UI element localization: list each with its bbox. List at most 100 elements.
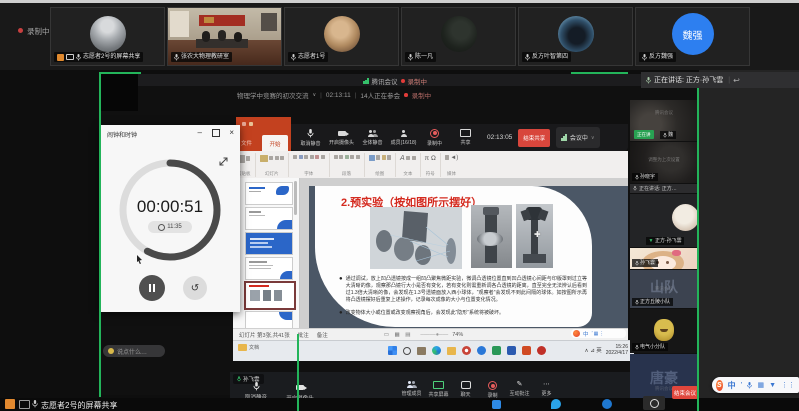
ribbon-group[interactable]: 幻灯片 <box>256 153 290 177</box>
share-mic-icon <box>32 400 38 408</box>
members-button[interactable]: 管理成员 <box>398 381 425 399</box>
share-border-top1 <box>99 72 141 74</box>
zoom-slider[interactable]: –––––●––– <box>420 332 448 338</box>
video-tile[interactable]: 志愿者2号的屏幕共享 <box>50 7 165 66</box>
reset-button[interactable]: ↺ <box>183 276 207 300</box>
slide-thumbnail-selected[interactable] <box>244 281 296 310</box>
ribbon-group[interactable]: A文本 <box>396 153 421 177</box>
participant-name: 志愿者1号 <box>298 54 325 60</box>
sidebar-video-tile[interactable]: 孙飞雲 <box>630 248 698 269</box>
app-red-icon[interactable] <box>537 346 546 355</box>
slide-thumbnail[interactable] <box>245 257 293 280</box>
close-button[interactable]: × <box>229 128 234 137</box>
annotate-button[interactable]: ✎互动批注 <box>506 381 533 399</box>
slide-thumbnail[interactable] <box>245 207 293 230</box>
taskbar-app-icon[interactable] <box>551 399 561 409</box>
slide-image-optics[interactable] <box>370 207 462 269</box>
video-tile[interactable]: 陈一凡 <box>401 7 516 66</box>
chat-button[interactable]: 聊天 <box>452 381 479 399</box>
anime-bow <box>672 250 681 256</box>
meeting-status-chip[interactable]: 会议中 ∨ <box>556 127 599 148</box>
thumbnail-scrollbar[interactable] <box>294 181 297 215</box>
record-button[interactable]: 录制 <box>479 381 506 399</box>
end-share-button[interactable]: 结束共享 <box>518 129 550 147</box>
ime-punct-button[interactable]: ’ <box>741 381 743 390</box>
leave-meeting-button[interactable]: 结束会议 <box>672 386 698 399</box>
mute-all-button[interactable]: 全体静音 <box>357 129 388 146</box>
windows-start-icon[interactable] <box>388 346 397 355</box>
ime-lang-button[interactable]: 中 <box>728 380 736 391</box>
sogou-logo: S <box>716 380 723 391</box>
memo-button[interactable]: 备注 <box>317 331 328 339</box>
ime-skin-button[interactable]: ▼ <box>769 382 776 389</box>
share-button[interactable]: 共享 <box>450 129 481 146</box>
video-tile[interactable]: 魏强 反方魏强 <box>635 7 750 66</box>
jump-icon[interactable]: ↩ <box>733 76 740 85</box>
video-tile[interactable]: 志愿者1号 <box>284 7 399 66</box>
maximize-button[interactable] <box>212 129 220 137</box>
video-tile[interactable]: 反方叶智第四 <box>518 7 633 66</box>
ribbon-group[interactable]: 字体 <box>289 153 330 177</box>
view-icons[interactable]: ▭ ▦ ▤ <box>384 332 413 338</box>
app-green-icon[interactable] <box>492 346 501 355</box>
browser-icon[interactable] <box>462 346 471 355</box>
pause-button[interactable] <box>139 275 165 301</box>
folder-icon[interactable] <box>417 347 426 355</box>
sogou-ime-bar[interactable]: S 中 ’ ▦ ▼ ⋮⋮ <box>712 377 799 393</box>
room-window <box>170 11 189 37</box>
inner-sogou-bar[interactable]: 中 ’▦⋮ <box>571 329 626 338</box>
tile-label: 志愿者1号 <box>288 52 328 62</box>
avatar <box>558 16 594 52</box>
search-icon[interactable] <box>403 347 411 355</box>
ime-icons: ’▦⋮ <box>592 331 606 337</box>
ribbon-group[interactable]: ◄)媒体 <box>441 153 462 177</box>
video-tile[interactable]: 张农大物理教研室 <box>167 7 282 66</box>
recording-button[interactable]: 录制中 <box>419 129 450 147</box>
slide-thumbnail[interactable] <box>245 232 293 255</box>
slide-thumbnail[interactable] <box>245 311 293 329</box>
app-blue-icon[interactable] <box>477 346 486 355</box>
ppt-tab-file[interactable]: 文件 <box>241 139 252 147</box>
slide-thumbnail[interactable] <box>245 182 293 205</box>
taskbar-app-icon[interactable] <box>492 400 501 409</box>
chevron-down-icon[interactable]: ∨ <box>313 92 317 98</box>
chat-input-pill[interactable]: 说点什么… <box>103 345 165 357</box>
ime-more-button[interactable]: ⋮⋮ <box>781 381 795 389</box>
tile-label: 反方叶智第四 <box>522 52 571 62</box>
folder2-icon[interactable] <box>447 347 456 355</box>
sidebar-video-tile[interactable]: 腾讯会议 正在讲 魏 <box>630 100 698 141</box>
ppt-status-bar: 幻灯片 第3张,共41张 批注 备注 ▭ ▦ ▤ –––––●––– 74% <box>233 328 628 340</box>
slide-image-photo1[interactable] <box>471 205 512 268</box>
minimize-button[interactable]: – <box>198 128 202 137</box>
sidebar-video-tile[interactable]: 电气小分队 <box>630 309 698 353</box>
mute-button[interactable]: 取消静音 <box>295 129 326 147</box>
ribbon-group-label: 文本 <box>403 171 412 177</box>
people-icon <box>406 381 417 388</box>
ime-keyboard-button[interactable]: ▦ <box>757 381 764 389</box>
powerpoint-icon[interactable] <box>522 346 531 355</box>
ime-mic-button[interactable] <box>747 382 752 389</box>
ribbon-group[interactable]: π Ω符号 <box>421 153 441 177</box>
sidebar-video-tile[interactable]: ▼正方·孙飞雲 <box>630 194 698 247</box>
taskbar-pinned-doc[interactable]: 文档 <box>238 344 259 351</box>
share-screen-button[interactable]: 共享屏幕 <box>425 381 452 399</box>
meeting-title: 物理学中竞赛的初次交流 <box>237 90 309 100</box>
sidebar-video-tile[interactable]: 山队 腾讯会议 正方丘陵小队 <box>630 270 698 308</box>
camera-button[interactable]: 开启摄像头 <box>326 129 357 146</box>
word-icon[interactable] <box>507 346 516 355</box>
sidebar-video-tile[interactable]: 调整为上次设置 孙晓宇 <box>630 142 698 183</box>
ribbon-group[interactable]: 段落 <box>330 153 365 177</box>
participant-name: 正方·孙飞雲 <box>655 239 682 244</box>
timer-window[interactable]: 闹钟和时钟 – × 00:00:51 11:35 ↺ <box>100 125 240 312</box>
taskbar-app-chip[interactable] <box>643 396 665 410</box>
taskbar-app-icon[interactable] <box>602 399 612 409</box>
notes-button[interactable]: 批注 <box>298 331 309 339</box>
pin-label: 文档 <box>249 344 259 351</box>
ribbon-group[interactable]: 绘图 <box>365 153 397 177</box>
taskbar-tray[interactable]: ∧ ⊿ 英 15:26 2022/4/17 <box>585 344 628 357</box>
members-button[interactable]: 成员(16/18) <box>388 129 419 146</box>
more-button[interactable]: ⋯更多 <box>533 381 560 399</box>
edge-icon[interactable] <box>432 346 441 355</box>
tile-label: 陈一凡 <box>405 52 436 62</box>
ppt-tab-home[interactable]: 开始 <box>262 135 288 152</box>
